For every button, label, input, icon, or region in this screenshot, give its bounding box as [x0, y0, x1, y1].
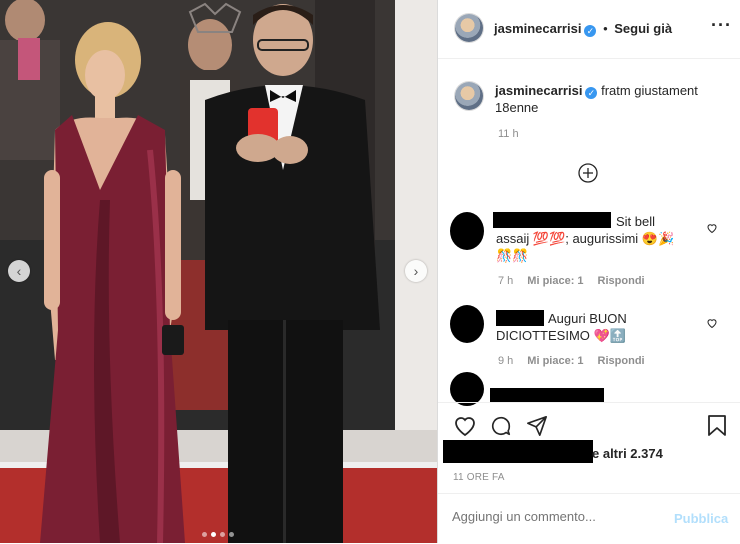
carousel-next-button[interactable]: › [405, 260, 427, 282]
comment-avatar-redacted [450, 372, 484, 406]
author-username[interactable]: jasminecarrisi [494, 21, 581, 36]
bookmark-icon[interactable] [707, 414, 727, 437]
comment-text: Sit bell assaij 💯💯; augurissimi 😍🎉🎊🎊 [496, 214, 675, 263]
caption-username[interactable]: jasminecarrisi [495, 83, 582, 98]
more-options-icon[interactable]: ··· [711, 15, 732, 36]
carousel-dot [229, 532, 234, 537]
post-photo: ‹ › [0, 0, 437, 543]
comment-input[interactable] [452, 509, 652, 524]
carousel-dot [220, 532, 225, 537]
caption-block: jasminecarrisi ✓ fratm giustament 18enne [495, 82, 725, 116]
comment-time: 7 h [498, 275, 514, 287]
carousel-prev-button[interactable]: ‹ [8, 260, 30, 282]
comment-meta: 9 h Mi piace: 1 Rispondi [498, 355, 645, 367]
comment-meta: 7 h Mi piace: 1 Rispondi [498, 275, 645, 287]
carousel-indicator [200, 524, 236, 542]
caption-avatar[interactable] [455, 82, 483, 110]
comment-reply-button[interactable]: Rispondi [598, 275, 645, 287]
header-user-line: jasminecarrisi ✓ • Segui già [494, 21, 672, 37]
comment-avatar-redacted [450, 212, 484, 250]
likes-count[interactable]: e altri 2.374 [592, 446, 663, 461]
comment-avatar-redacted [450, 305, 484, 343]
carousel-dot-active [211, 532, 216, 537]
comment-bubble-icon[interactable] [489, 415, 513, 437]
post-header: jasminecarrisi ✓ • Segui già ··· [438, 0, 740, 59]
photo-scene [0, 0, 437, 543]
carousel-dot [202, 532, 207, 537]
separator-dot: • [603, 21, 608, 36]
post-side-panel: jasminecarrisi ✓ • Segui già ··· jasminec… [437, 0, 740, 543]
share-send-icon[interactable] [526, 415, 548, 437]
comment-text: Auguri BUON DICIOTTESIMO 💖🔝 [496, 311, 627, 343]
comment-likes[interactable]: Mi piace: 1 [527, 355, 583, 367]
comment-time: 9 h [498, 355, 514, 367]
publish-button[interactable]: Pubblica [674, 511, 728, 526]
post-timestamp: 11 ORE FA [453, 472, 505, 483]
comment-form: Pubblica [438, 493, 740, 544]
comment-likes[interactable]: Mi piace: 1 [527, 275, 583, 287]
redacted-likers [443, 440, 593, 463]
redacted-comment [490, 388, 604, 402]
comment-like-heart-icon[interactable] [706, 222, 718, 234]
verified-icon: ✓ [585, 87, 598, 99]
comment-like-heart-icon[interactable] [706, 317, 718, 329]
action-bar [438, 402, 740, 443]
follow-status-button[interactable]: Segui già [614, 21, 672, 36]
load-more-comments-button[interactable] [578, 163, 598, 183]
author-avatar[interactable] [455, 14, 483, 42]
like-heart-icon[interactable] [453, 415, 477, 437]
comment-reply-button[interactable]: Rispondi [598, 355, 645, 367]
verified-icon: ✓ [584, 25, 597, 37]
caption-time: 11 h [498, 128, 519, 140]
plus-circle-icon [578, 163, 598, 183]
